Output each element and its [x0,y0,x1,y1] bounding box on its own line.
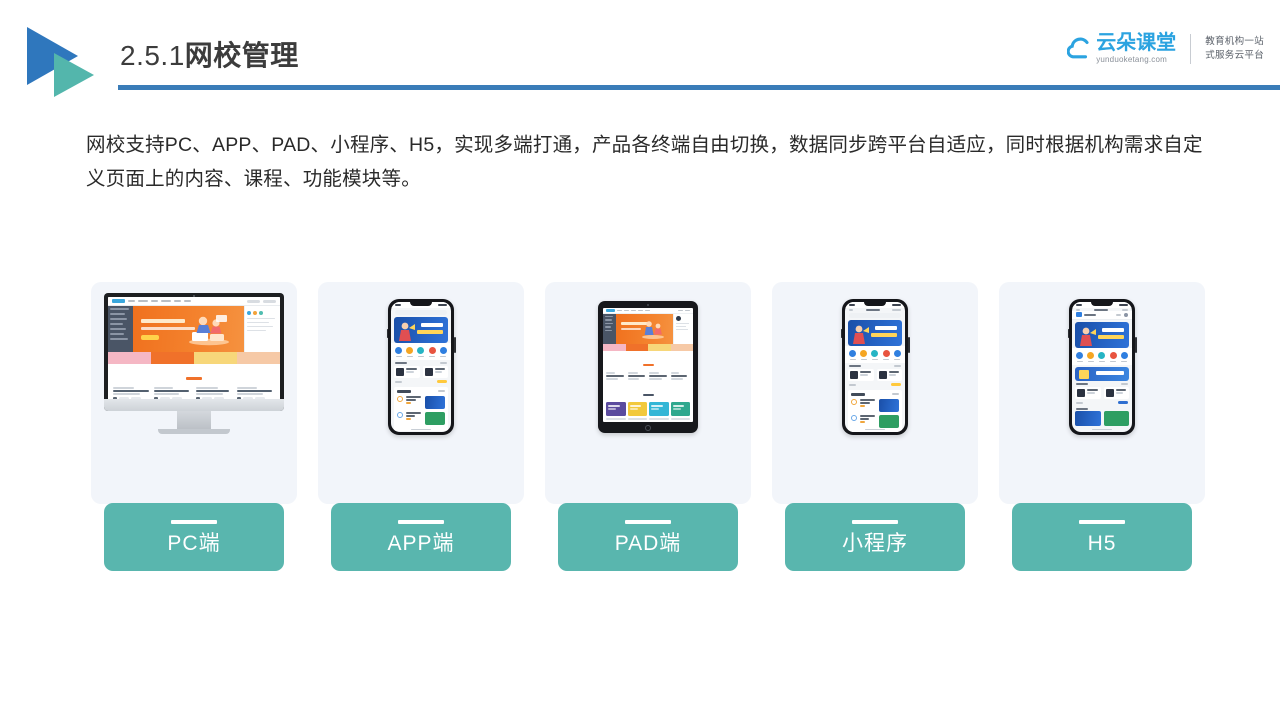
title-number: 2.5.1 [120,40,185,71]
power-button-icon [454,337,456,353]
brand-name-cn: 云朵课堂 [1096,32,1177,54]
card-label-h5[interactable]: H5 [1012,503,1192,571]
card-label-text: APP端 [387,532,455,555]
slide-header: 2.5.1网校管理 云朵课堂 yunduoketang.com 教育机构一站 式… [0,0,1280,110]
desktop-monitor-mockup [91,282,297,452]
notch-icon [1091,302,1113,306]
webcam-icon [647,304,649,306]
device-card-miniprogram[interactable]: 小程序 [772,282,978,571]
volume-button-icon [1067,329,1069,338]
smartphone-mockup-h5 [999,282,1205,452]
device-card-row: PC端 APP端 PAD端 小程序 H5 [91,282,1205,571]
device-card-pad[interactable]: PAD端 [545,282,751,571]
card-label-text: PAD端 [614,532,682,555]
device-card-pc[interactable]: PC端 [91,282,297,571]
device-card-app[interactable]: APP端 [318,282,524,571]
label-dash [852,520,898,524]
label-dash [625,520,671,524]
brand-divider [1190,33,1192,64]
card-label-pad[interactable]: PAD端 [558,503,738,571]
card-label-text: 小程序 [842,532,908,555]
label-dash [1079,520,1125,524]
brand-tagline-line1: 教育机构一站 [1205,35,1264,47]
brand-lockup: 云朵课堂 yunduoketang.com 教育机构一站 式服务云平台 [1066,32,1264,64]
card-label-text: H5 [1087,532,1117,555]
smartphone-mockup-miniprogram [772,282,978,452]
double-triangle-logo-icon [27,27,123,99]
smartphone-mockup-app [318,282,524,452]
brand-tagline: 教育机构一站 式服务云平台 [1205,35,1264,63]
card-label-miniprogram[interactable]: 小程序 [785,503,965,571]
title-name: 网校管理 [184,40,299,71]
label-dash [398,520,444,524]
volume-button-icon [840,329,842,338]
brand-logo: 云朵课堂 yunduoketang.com [1066,32,1177,64]
page-title: 2.5.1网校管理 [120,42,299,70]
brand-name-en: yunduoketang.com [1096,55,1167,64]
card-label-app[interactable]: APP端 [331,503,511,571]
home-button-icon [645,424,651,431]
label-dash [171,520,217,524]
brand-tagline-line2: 式服务云平台 [1205,49,1264,61]
title-underline-rule [118,85,1280,90]
volume-button-icon [386,329,388,338]
power-button-icon [1135,337,1137,353]
device-card-h5[interactable]: H5 [999,282,1205,571]
power-button-icon [908,337,910,353]
card-label-pc[interactable]: PC端 [104,503,284,571]
cloud-icon [1066,36,1093,62]
notch-icon [410,302,432,306]
card-label-text: PC端 [167,532,221,555]
slide-root: 2.5.1网校管理 云朵课堂 yunduoketang.com 教育机构一站 式… [0,0,1280,720]
tablet-mockup [545,282,751,452]
body-paragraph: 网校支持PC、APP、PAD、小程序、H5，实现多端打通，产品各终端自由切换，数… [86,134,1203,191]
triangle-teal-icon [54,53,94,97]
notch-icon [864,302,886,306]
